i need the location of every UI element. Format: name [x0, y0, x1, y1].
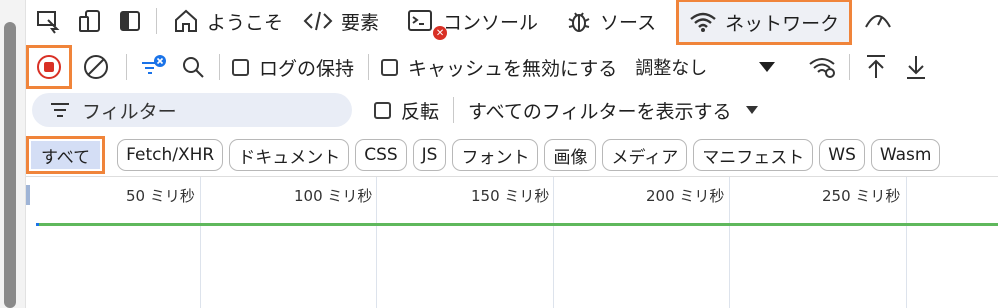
- chip-label: フォント: [461, 147, 530, 168]
- bug-icon: [568, 12, 590, 32]
- checkbox-box[interactable]: [374, 101, 391, 119]
- timeline-tick-label: 250 ミリ秒: [822, 187, 901, 205]
- timeline-gridline: [200, 177, 201, 308]
- type-chip-image[interactable]: 画像: [544, 139, 597, 171]
- chip-label: マニフェスト: [702, 147, 805, 168]
- checkbox-box[interactable]: [381, 58, 399, 76]
- timeline-gridline: [376, 177, 377, 308]
- chip-label: JS: [421, 145, 438, 165]
- type-chip-css[interactable]: CSS: [355, 139, 407, 171]
- network-toolbar: ログの保持 キャッシュを無効にする 調整なし: [26, 44, 998, 90]
- device-toolbar-icon[interactable]: [70, 0, 110, 42]
- import-har-icon[interactable]: [856, 46, 896, 88]
- divider: [219, 54, 220, 80]
- type-chip-ws[interactable]: WS: [819, 139, 865, 171]
- timeline-gridline: [729, 177, 730, 308]
- export-har-icon[interactable]: [896, 46, 936, 88]
- chip-label: WS: [828, 145, 856, 165]
- error-badge-icon: ✕: [433, 26, 448, 40]
- tab-label: コンソール: [443, 11, 539, 34]
- type-chip-wasm[interactable]: Wasm: [870, 139, 941, 171]
- wifi-icon: [690, 12, 716, 32]
- timeline-gridline: [553, 177, 554, 308]
- type-chip-fetch-xhr[interactable]: Fetch/XHR: [117, 139, 224, 171]
- timeline-tick-label: 100 ミリ秒: [294, 187, 373, 205]
- preserve-log-checkbox[interactable]: ログの保持: [232, 54, 354, 81]
- disable-cache-label: キャッシュを無効にする: [408, 57, 618, 80]
- home-icon: [175, 9, 197, 32]
- console-icon: ✕: [407, 9, 448, 40]
- preserve-log-label: ログの保持: [259, 57, 355, 80]
- divider: [156, 8, 157, 34]
- tab-console[interactable]: ✕ コンソール: [389, 0, 548, 42]
- tab-sources[interactable]: ソース: [548, 0, 666, 42]
- chip-label: 画像: [553, 147, 588, 168]
- type-chip-font[interactable]: フォント: [452, 139, 539, 171]
- inspect-icon[interactable]: [26, 0, 70, 42]
- dock-side-icon[interactable]: [110, 0, 150, 42]
- tab-welcome[interactable]: ようこそ: [163, 0, 293, 42]
- tab-label: 要素: [341, 11, 380, 34]
- chip-label: メディア: [611, 147, 679, 168]
- devtools-tabbar: ようこそ 要素 ✕ コンソール ソース ネットワーク: [26, 0, 998, 45]
- record-button[interactable]: [26, 45, 72, 89]
- checkbox-box[interactable]: [232, 58, 249, 76]
- record-stop-icon: [37, 55, 61, 79]
- divider: [368, 54, 370, 80]
- clear-icon: [84, 55, 108, 79]
- timeline-tick-label: 150 ミリ秒: [471, 187, 550, 205]
- timeline-gridline: [906, 177, 907, 308]
- throttling-select[interactable]: 調整なし: [635, 54, 707, 80]
- network-timeline-overview[interactable]: 50 ミリ秒 100 ミリ秒 150 ミリ秒 200 ミリ秒 250 ミリ秒: [26, 176, 998, 308]
- timeline-start-marker[interactable]: [26, 185, 30, 205]
- filter-row: フィルター 反転 すべてのフィルターを表示する: [26, 90, 998, 130]
- filter-input[interactable]: フィルター: [32, 93, 352, 127]
- tab-elements[interactable]: 要素: [293, 0, 389, 42]
- search-icon: [183, 57, 204, 78]
- search-button[interactable]: [173, 46, 213, 88]
- chip-label: ドキュメント: [238, 147, 341, 168]
- type-chip-js[interactable]: JS: [412, 139, 447, 171]
- type-chip-document[interactable]: ドキュメント: [229, 139, 350, 171]
- timeline-tick-label: 50 ミリ秒: [126, 187, 195, 205]
- performance-icon[interactable]: [858, 0, 898, 42]
- divider: [126, 54, 127, 80]
- chip-label: CSS: [364, 145, 398, 165]
- tab-label: ようこそ: [207, 11, 284, 34]
- chip-label: Wasm: [879, 145, 932, 165]
- resource-type-filter: すべて Fetch/XHR ドキュメント CSS JS フォント 画像 メディア…: [26, 134, 998, 176]
- type-chip-manifest[interactable]: マニフェスト: [693, 139, 814, 171]
- disable-cache-checkbox[interactable]: キャッシュを無効にする: [381, 54, 617, 81]
- tab-label: ネットワーク: [725, 12, 840, 35]
- filter-icon: [51, 103, 69, 117]
- invert-checkbox[interactable]: 反転: [374, 97, 439, 124]
- show-all-filters-dropdown[interactable]: すべてのフィルターを表示する: [468, 97, 758, 124]
- code-icon: [303, 11, 333, 31]
- divider: [849, 54, 851, 80]
- filter-toggle-button[interactable]: [133, 46, 173, 88]
- chip-label: Fetch/XHR: [126, 145, 215, 165]
- scrollbar-thumb[interactable]: [4, 22, 16, 308]
- filter-placeholder: フィルター: [82, 100, 177, 123]
- show-all-filters-label: すべてのフィルターを表示する: [468, 100, 732, 123]
- network-conditions-icon[interactable]: [803, 46, 843, 88]
- filter-active-icon: [142, 55, 166, 74]
- divider: [453, 97, 455, 123]
- type-chip-all[interactable]: すべて: [26, 136, 106, 174]
- tab-network[interactable]: ネットワーク: [676, 0, 853, 45]
- timeline-request-bar: [38, 223, 998, 226]
- invert-label: 反転: [401, 100, 440, 123]
- clear-button[interactable]: [72, 46, 120, 88]
- timeline-tick-label: 200 ミリ秒: [646, 187, 725, 205]
- tab-label: ソース: [600, 11, 657, 34]
- throttling-dropdown-icon[interactable]: [747, 46, 787, 88]
- timeline-dom-marker: [36, 223, 39, 226]
- dropdown-arrow-icon: [745, 106, 758, 114]
- type-chip-media[interactable]: メディア: [602, 139, 688, 171]
- chip-label: すべて: [31, 141, 101, 169]
- left-scrollbar[interactable]: [0, 0, 26, 308]
